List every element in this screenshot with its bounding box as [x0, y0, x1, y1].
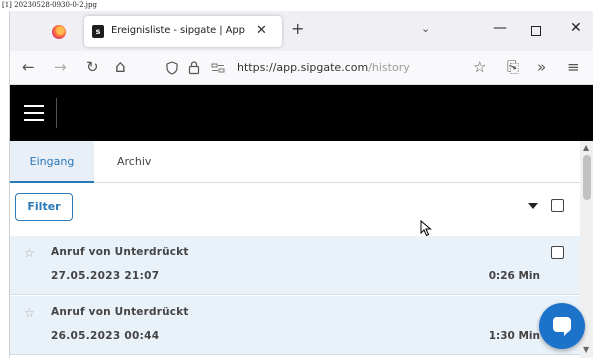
forward-arrow-icon[interactable]: →: [54, 58, 67, 76]
select-dropdown-caret-icon[interactable]: [528, 203, 538, 209]
extensions-icon[interactable]: ⎘: [507, 58, 519, 76]
url-bar[interactable]: https://app.sipgate.com/history: [158, 55, 500, 81]
navigation-toolbar: ← → ↻ ⌂ https://app.sipgate.com/history …: [10, 51, 593, 85]
browser-tab-active[interactable]: s Ereignisliste - sipgate | App ✕: [84, 16, 282, 47]
browser-window: s Ereignisliste - sipgate | App ✕ + ⌄ — …: [9, 11, 593, 358]
chat-button[interactable]: [539, 303, 585, 349]
reload-icon[interactable]: ↻: [86, 58, 99, 76]
url-text[interactable]: https://app.sipgate.com/history: [237, 61, 410, 74]
list-all-tabs-button[interactable]: ⌄: [421, 22, 430, 35]
app-menu-icon[interactable]: ≡: [567, 58, 580, 76]
event-duration: 0:26 Min: [488, 270, 540, 282]
event-duration: 1:30 Min: [488, 330, 540, 342]
permissions-icon[interactable]: [211, 63, 225, 73]
sipgate-favicon-icon: s: [92, 25, 104, 38]
event-date: 27.05.2023 21:07: [51, 270, 160, 282]
tab-archiv[interactable]: Archiv: [109, 141, 159, 183]
tracking-protection-shield-icon[interactable]: [166, 61, 178, 75]
mouse-cursor-icon: [420, 220, 432, 237]
url-domain: https://app.sipgate.com: [237, 61, 369, 74]
event-list-page: Eingang Archiv Filter ☆ Anruf von Unterd…: [10, 141, 593, 358]
window-maximize-button[interactable]: [531, 26, 541, 36]
event-row[interactable]: ☆ Anruf von Unterdrückt 26.05.2023 00:44…: [10, 296, 580, 355]
back-arrow-icon[interactable]: ←: [22, 58, 35, 76]
select-all-checkbox[interactable]: [551, 199, 564, 212]
window-close-button[interactable]: ✕: [570, 20, 582, 36]
tab-title: Ereignisliste - sipgate | App: [111, 25, 245, 36]
event-row[interactable]: ☆ Anruf von Unterdrückt 27.05.2023 21:07…: [10, 236, 580, 295]
overflow-menu-icon[interactable]: »: [537, 58, 546, 76]
window-minimize-button[interactable]: —: [493, 20, 507, 36]
tab-close-icon[interactable]: ✕: [256, 23, 267, 38]
tab-strip: s Ereignisliste - sipgate | App ✕ + ⌄ — …: [10, 11, 593, 51]
home-icon[interactable]: ⌂: [115, 58, 126, 76]
hamburger-menu-icon[interactable]: [24, 105, 44, 121]
app-header: [10, 85, 593, 141]
row-select-checkbox[interactable]: [551, 246, 564, 259]
filter-button[interactable]: Filter: [15, 193, 73, 221]
lock-icon[interactable]: [188, 60, 200, 75]
event-caller: Anruf von Unterdrückt: [51, 246, 189, 258]
firefox-view-icon[interactable]: [52, 25, 66, 39]
image-caption: [1] 20230528-0930-0-2.jpg: [2, 1, 97, 9]
header-divider: [56, 98, 57, 128]
scroll-down-arrow-icon[interactable]: ▼: [583, 345, 589, 354]
scroll-up-arrow-icon[interactable]: ▲: [583, 143, 589, 152]
new-tab-button[interactable]: +: [291, 20, 304, 38]
star-icon[interactable]: ☆: [24, 246, 35, 260]
event-date: 26.05.2023 00:44: [51, 330, 160, 342]
scroll-thumb[interactable]: [583, 155, 591, 200]
event-caller: Anruf von Unterdrückt: [51, 306, 189, 318]
star-icon[interactable]: ☆: [24, 306, 35, 320]
url-path: /history: [368, 61, 410, 74]
tab-eingang[interactable]: Eingang: [10, 141, 94, 183]
inbox-tabs: Eingang Archiv: [10, 141, 580, 183]
bookmark-star-icon[interactable]: ☆: [473, 58, 486, 76]
